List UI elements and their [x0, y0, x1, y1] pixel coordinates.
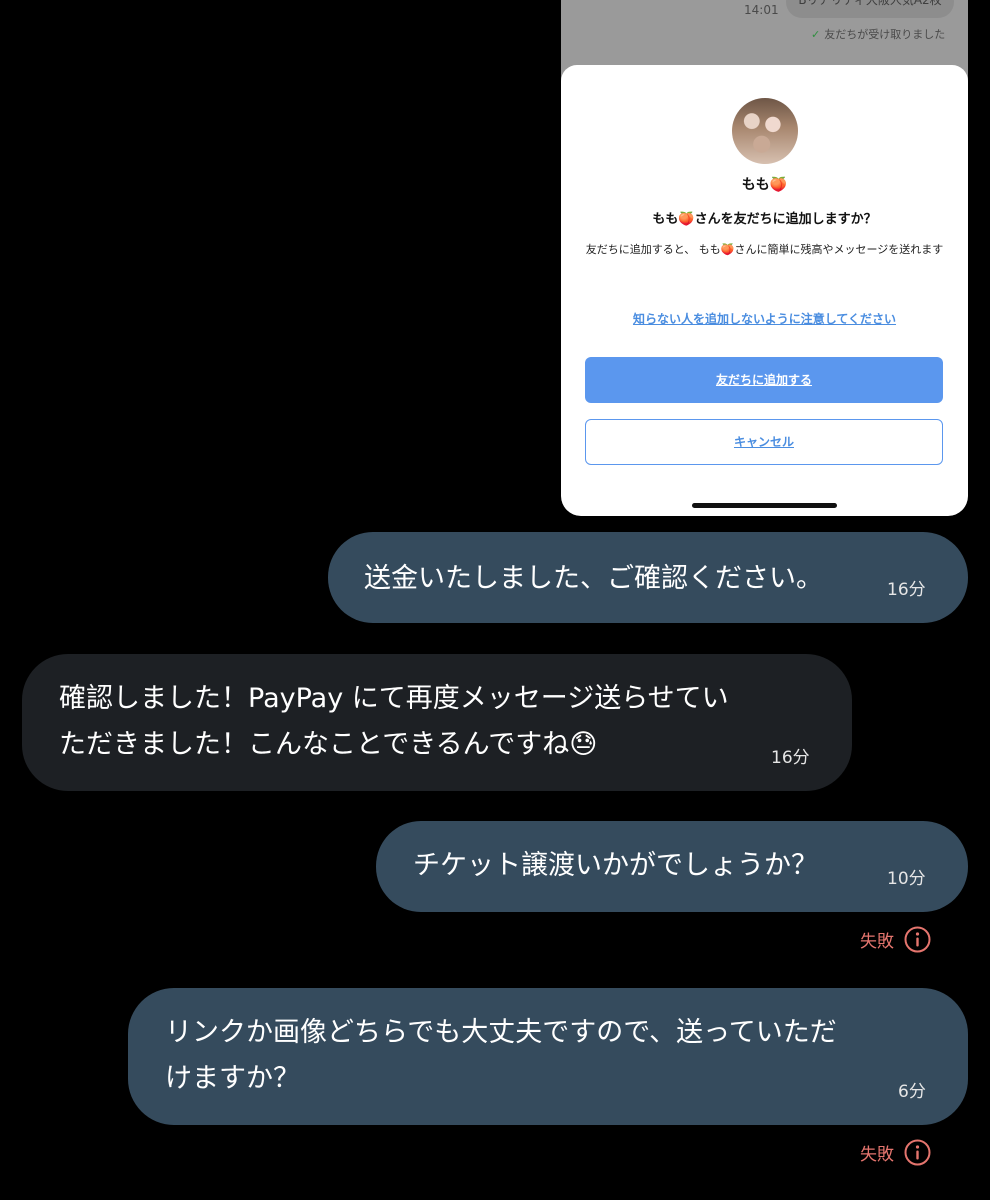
dialog-description: 友だちに追加すると、 もも🍑さんに簡単に残高やメッセージを送れます: [585, 243, 944, 256]
failed-status[interactable]: 失敗: [860, 926, 931, 953]
info-icon[interactable]: [904, 926, 931, 953]
received-status: ✓ 友だちが受け取りました: [811, 26, 945, 42]
info-icon[interactable]: [904, 1139, 931, 1166]
received-status-text: 友だちが受け取りました: [824, 28, 946, 41]
background-message-bubble: Bリアリティ大阪人気A2枚: [786, 0, 954, 18]
failed-label: 失敗: [860, 932, 894, 952]
message-time: 10分: [887, 869, 926, 889]
cancel-button[interactable]: キャンセル: [585, 419, 943, 465]
message-bubble-sent[interactable]: リンクか画像どちらでも大丈夫ですので、送っていただ けますか？ 6分: [128, 988, 968, 1125]
failed-label: 失敗: [860, 1145, 894, 1165]
message-text: チケット譲渡いかがでしょうか？: [413, 850, 818, 881]
avatar: [732, 98, 798, 164]
warning-link[interactable]: 知らない人を追加しないように注意してください: [561, 310, 968, 327]
message-bubble-sent[interactable]: 送金いたしました、ご確認ください。 16分: [328, 532, 968, 623]
embedded-screenshot: Bリアリティ大阪人気A2枚 14:01 ✓ 友だちが受け取りました もも🍑 もも🍑…: [561, 0, 968, 516]
message-time: 16分: [771, 748, 810, 768]
checkmark-icon: ✓: [811, 28, 821, 41]
message-text: 確認しました！PayPay にて再度メッセージ送らせてい ただきました！こんなこ…: [59, 683, 729, 760]
failed-status[interactable]: 失敗: [860, 1139, 931, 1166]
add-friend-button[interactable]: 友だちに追加する: [585, 357, 943, 403]
message-text: リンクか画像どちらでも大丈夫ですので、送っていただ けますか？: [165, 1017, 837, 1094]
dialog-question: もも🍑さんを友だちに追加しますか？: [652, 212, 877, 227]
message-time: 6分: [898, 1082, 926, 1102]
message-time: 16分: [887, 580, 926, 600]
home-indicator: [692, 503, 837, 508]
contact-name: もも🍑: [741, 177, 788, 193]
background-message-time: 14:01: [744, 3, 779, 17]
message-bubble-sent[interactable]: チケット譲渡いかがでしょうか？ 10分: [376, 821, 968, 912]
message-bubble-received[interactable]: 確認しました！PayPay にて再度メッセージ送らせてい ただきました！こんなこ…: [22, 654, 852, 791]
message-text: 送金いたしました、ご確認ください。: [364, 563, 823, 594]
add-friend-dialog: もも🍑 もも🍑さんを友だちに追加しますか？ 友だちに追加すると、 もも🍑さんに簡…: [561, 65, 968, 516]
